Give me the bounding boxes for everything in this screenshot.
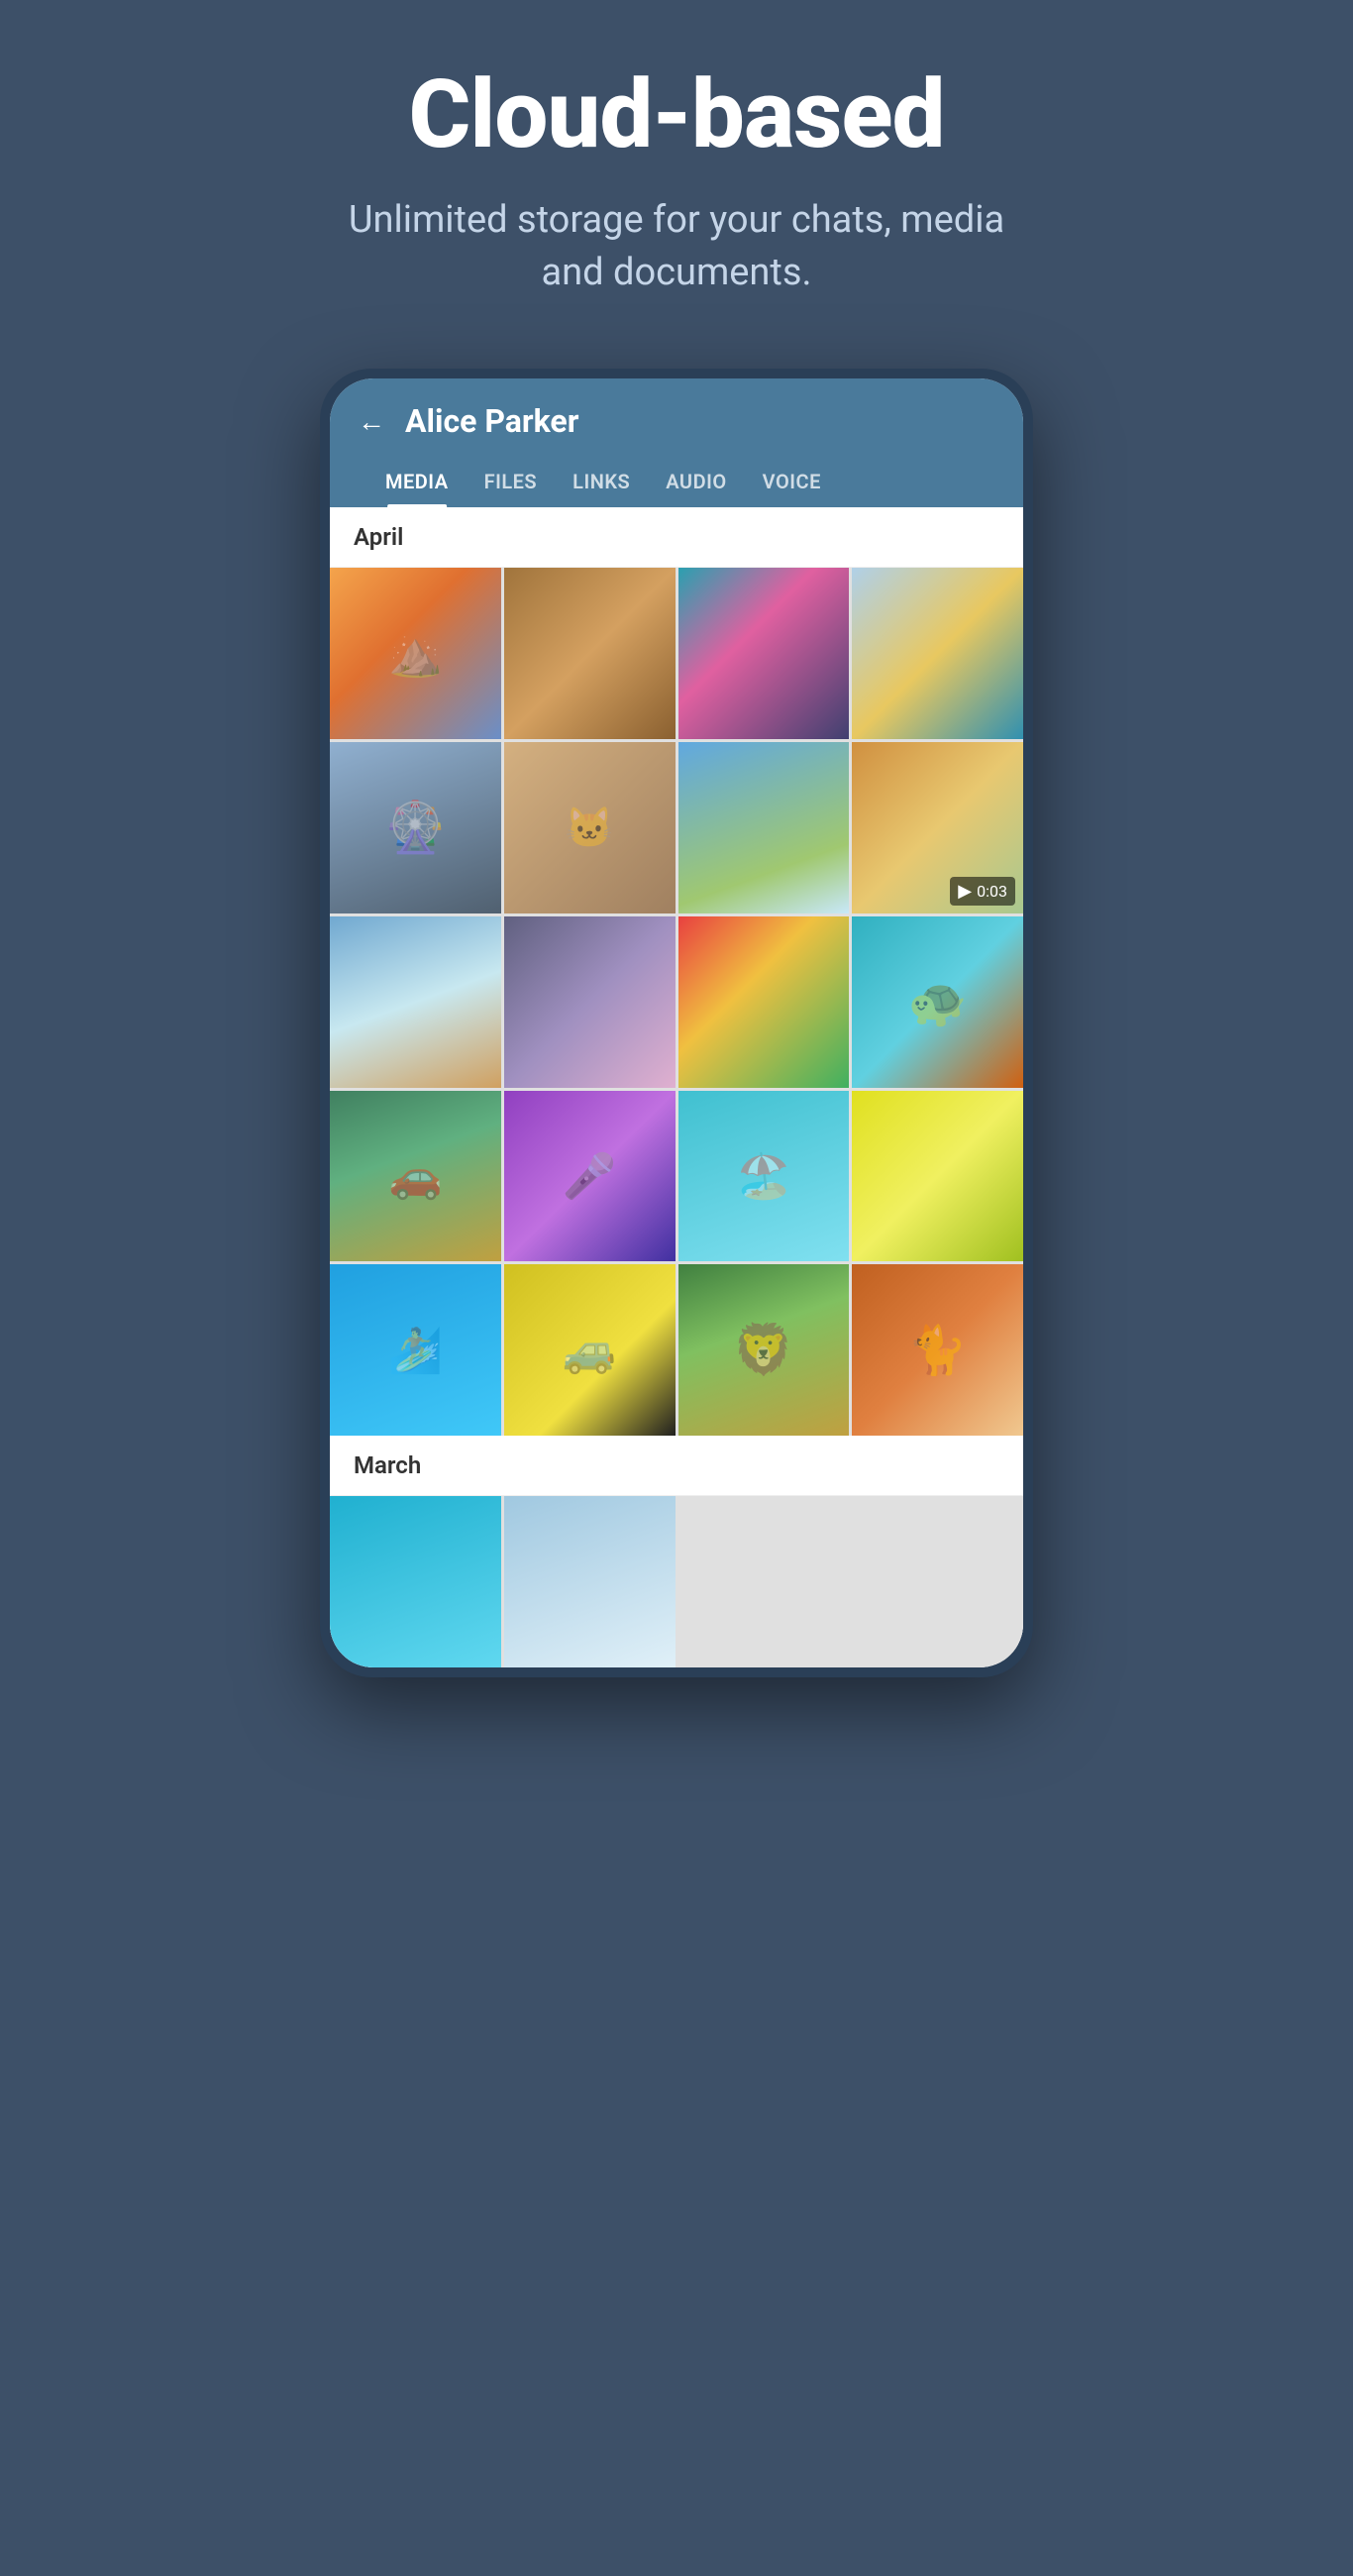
photo-item[interactable]	[852, 568, 1023, 739]
photo-item-video[interactable]: ▶ 0:03	[852, 742, 1023, 913]
photo-item[interactable]	[330, 1496, 501, 1667]
tab-voice[interactable]: VOICE	[745, 460, 839, 507]
photo-item[interactable]	[504, 1264, 676, 1436]
photo-item[interactable]	[504, 568, 676, 739]
media-content: April	[330, 507, 1023, 1667]
app-header: ← Alice Parker MEDIA FILES LINKS AUDIO V…	[330, 378, 1023, 507]
tab-links[interactable]: LINKS	[555, 460, 648, 507]
photo-item[interactable]	[678, 568, 850, 739]
hero-title: Cloud-based	[409, 59, 945, 170]
photo-item[interactable]	[330, 1091, 501, 1262]
back-button[interactable]: ←	[358, 405, 385, 438]
photo-item[interactable]	[852, 916, 1023, 1088]
photo-item[interactable]	[678, 1264, 850, 1436]
play-icon: ▶	[958, 881, 972, 902]
photo-grid-march	[330, 1496, 1023, 1667]
photo-item[interactable]	[330, 742, 501, 913]
photo-grid-april: ▶ 0:03	[330, 568, 1023, 1436]
photo-item[interactable]	[504, 742, 676, 913]
photo-item[interactable]	[330, 916, 501, 1088]
tab-audio[interactable]: AUDIO	[648, 460, 744, 507]
hero-subtitle: Unlimited storage for your chats, media …	[340, 194, 1013, 299]
photo-item[interactable]	[678, 916, 850, 1088]
photo-item[interactable]	[852, 1091, 1023, 1262]
photo-item[interactable]	[330, 568, 501, 739]
month-label-april: April	[330, 507, 1023, 568]
photo-item[interactable]	[678, 1091, 850, 1262]
photo-item[interactable]	[852, 1264, 1023, 1436]
tab-media[interactable]: MEDIA	[367, 460, 467, 507]
video-duration-badge: ▶ 0:03	[950, 877, 1015, 906]
video-duration: 0:03	[977, 882, 1007, 901]
photo-item[interactable]	[504, 1496, 676, 1667]
month-label-march: March	[330, 1436, 1023, 1496]
tab-files[interactable]: FILES	[467, 460, 556, 507]
tabs-bar: MEDIA FILES LINKS AUDIO VOICE	[358, 460, 995, 507]
phone-screen: ← Alice Parker MEDIA FILES LINKS AUDIO V…	[330, 378, 1023, 1667]
chat-name: Alice Parker	[405, 402, 578, 440]
photo-item[interactable]	[504, 1091, 676, 1262]
phone-mockup: ← Alice Parker MEDIA FILES LINKS AUDIO V…	[320, 369, 1033, 1677]
photo-item[interactable]	[330, 1264, 501, 1436]
photo-item[interactable]	[504, 916, 676, 1088]
photo-item[interactable]	[678, 742, 850, 913]
